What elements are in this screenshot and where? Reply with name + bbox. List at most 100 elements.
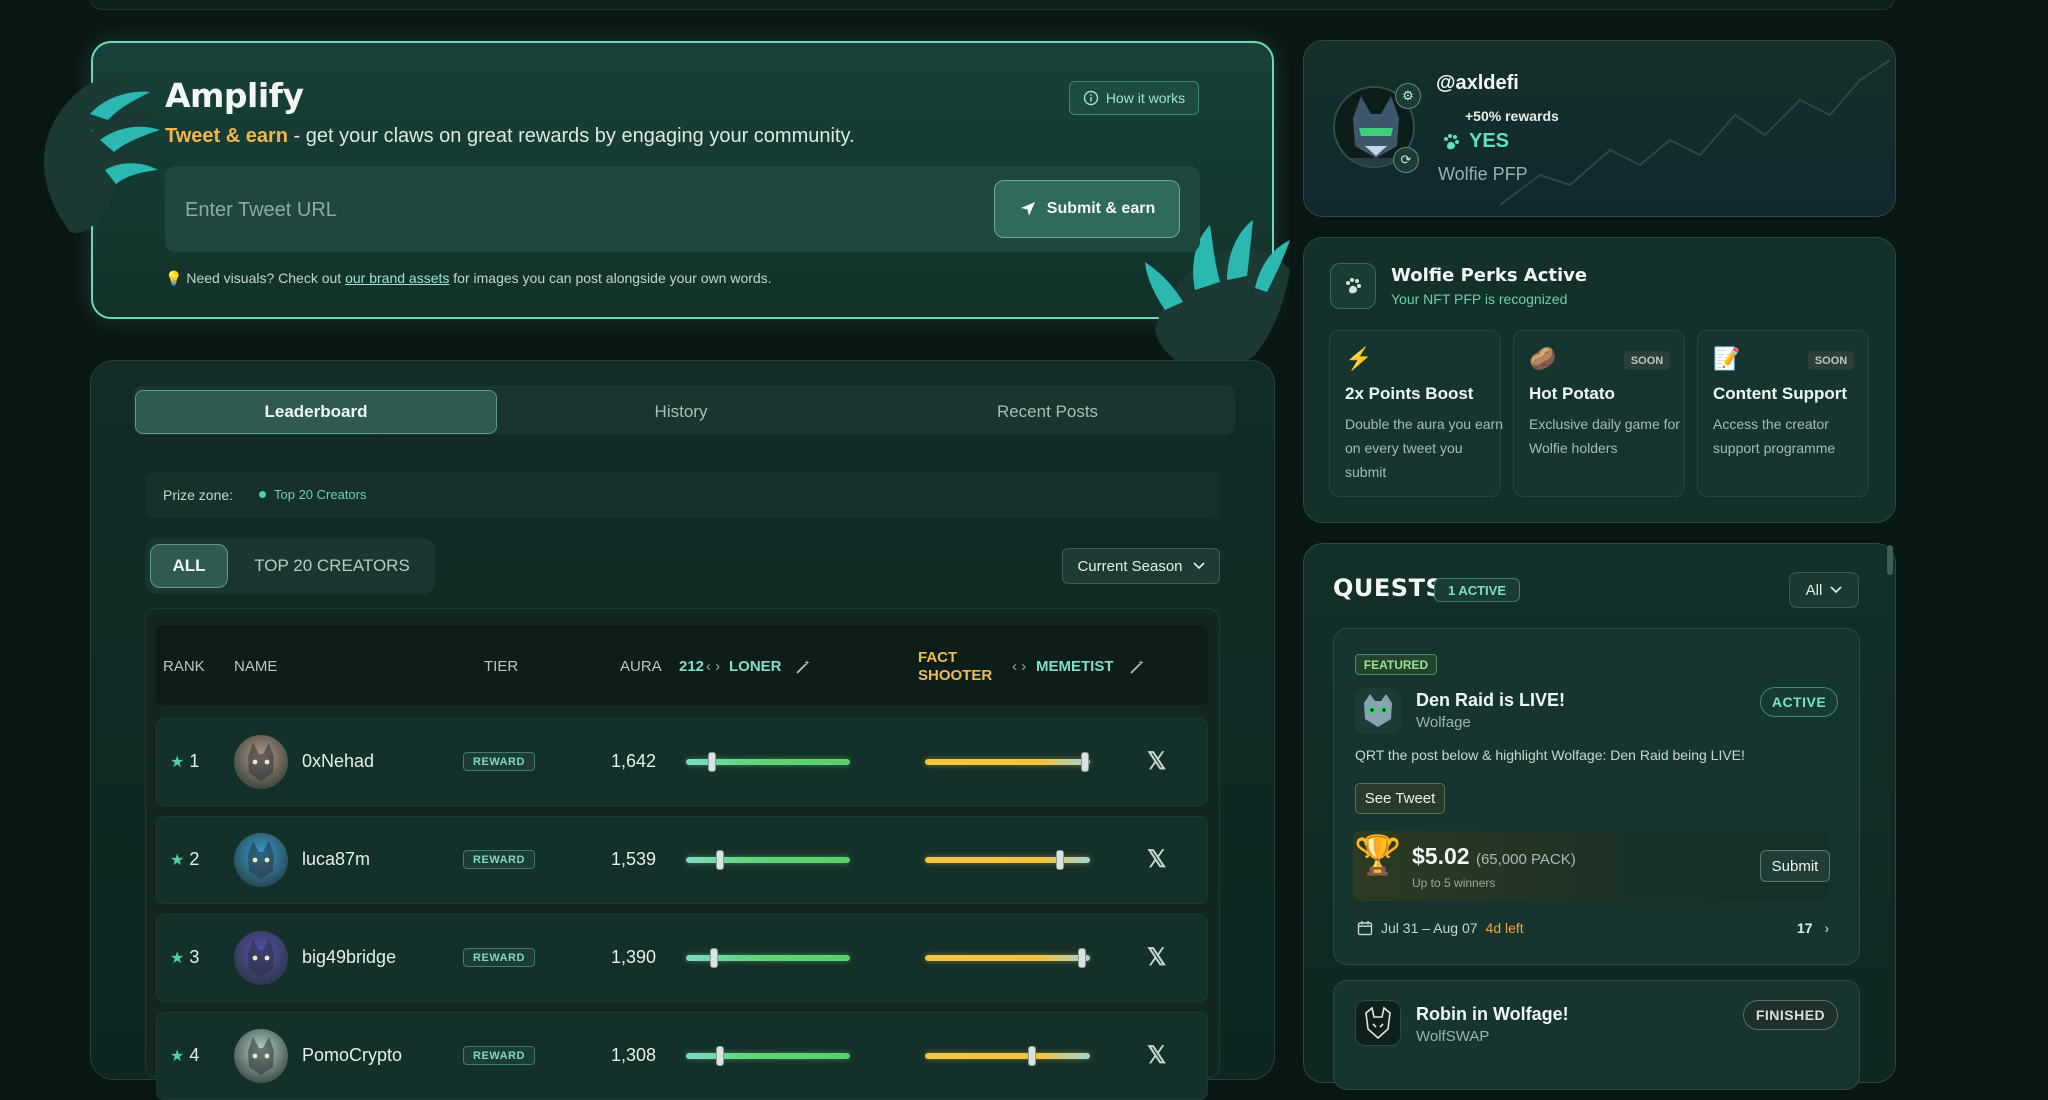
note-suffix: for images you can post alongside your o… xyxy=(449,270,772,286)
amplify-title: Amplify xyxy=(165,76,304,115)
amplify-subtitle: Tweet & earn - get your claws on great r… xyxy=(165,125,855,148)
rank-cell: ★ 4 xyxy=(170,1045,199,1066)
trophy-icon: 🏆 xyxy=(1354,835,1402,877)
how-it-works-label: How it works xyxy=(1105,90,1186,106)
tab-leaderboard[interactable]: Leaderboard xyxy=(135,390,497,434)
quest-date-range: Jul 31 – Aug 07 xyxy=(1381,920,1478,936)
quests-title: QUESTS xyxy=(1333,574,1444,602)
loner-slider-handle[interactable] xyxy=(716,1046,724,1066)
perks-title: Wolfie Perks Active xyxy=(1391,265,1588,286)
fact-slider-handle[interactable] xyxy=(1028,1046,1036,1066)
submit-earn-button[interactable]: Submit & earn xyxy=(994,180,1180,238)
filter-all-button[interactable]: ALL xyxy=(150,544,228,588)
loner-slider-handle[interactable] xyxy=(716,850,724,870)
soon-badge: SOON xyxy=(1808,351,1854,370)
brand-assets-link[interactable]: our brand assets xyxy=(345,270,449,286)
fact-bar xyxy=(925,1053,1090,1059)
pfp-status: YES xyxy=(1441,130,1509,153)
prize-zone-value: Top 20 Creators xyxy=(274,487,367,502)
star-icon: ★ xyxy=(170,754,185,771)
header-name: NAME xyxy=(234,658,278,675)
avatar xyxy=(234,931,288,985)
season-label: Current Season xyxy=(1077,557,1183,575)
x-logo-icon[interactable]: 𝕏 xyxy=(1147,1041,1166,1070)
quest-card-finished xyxy=(1333,980,1860,1090)
perk-name: Hot Potato xyxy=(1529,384,1615,403)
rank-value: 4 xyxy=(189,1045,200,1065)
chevron-down-icon xyxy=(1830,586,1842,594)
fact-slider-handle[interactable] xyxy=(1081,752,1089,772)
header-rank: RANK xyxy=(163,658,205,675)
magic-wand-icon-2[interactable] xyxy=(1128,658,1146,676)
tab-history[interactable]: History xyxy=(500,390,862,434)
quest-brand: Wolfage xyxy=(1416,714,1471,731)
fact-bar xyxy=(925,955,1090,961)
wolfage-logo-icon xyxy=(1355,688,1401,734)
x-logo-icon[interactable]: 𝕏 xyxy=(1147,747,1166,776)
quest-description: QRT the post below & highlight Wolfage: … xyxy=(1355,747,1745,763)
season-dropdown[interactable]: Current Season xyxy=(1062,548,1220,584)
tier-badge: REWARD xyxy=(463,1046,535,1065)
send-icon xyxy=(1020,202,1035,216)
profile-sparkline xyxy=(1500,59,1891,206)
fact-bar xyxy=(925,857,1090,863)
rank-value: 2 xyxy=(189,849,200,869)
header-arrows-icon-2[interactable]: ‹ › xyxy=(1012,658,1026,675)
aura-value: 1,642 xyxy=(610,751,656,771)
filter-top20-button[interactable]: TOP 20 CREATORS xyxy=(244,544,420,588)
wolf-avatar-icon xyxy=(248,841,274,879)
paw-icon xyxy=(1444,133,1459,149)
see-tweet-button[interactable]: See Tweet xyxy=(1355,783,1445,814)
perk-desc: Exclusive daily game for Wolfie holders xyxy=(1529,416,1680,456)
perk-name: Content Support xyxy=(1713,384,1848,403)
brand-assets-note: 💡 Need visuals? Check out our brand asse… xyxy=(165,270,772,287)
active-count-badge: 1 ACTIVE xyxy=(1434,578,1520,602)
quest-status-finished: FINISHED xyxy=(1743,1000,1838,1030)
tier-badge: REWARD xyxy=(463,850,535,869)
header-tier: TIER xyxy=(484,658,519,675)
amplify-subtitle-highlight: Tweet & earn xyxy=(165,125,288,147)
quest-submit-button[interactable]: Submit xyxy=(1760,850,1830,882)
quest-pack: (65,000 PACK) xyxy=(1475,851,1576,868)
x-logo-icon[interactable]: 𝕏 xyxy=(1147,943,1166,972)
quest-filter-dropdown[interactable]: All xyxy=(1789,572,1859,608)
paw-badge-icon xyxy=(1330,263,1376,309)
tweet-url-input[interactable] xyxy=(183,190,963,230)
header-arrows-icon[interactable]: ‹ › xyxy=(706,658,720,675)
profile-handle: @axldefi xyxy=(1436,72,1519,94)
wolfswap-logo-icon xyxy=(1355,1000,1401,1046)
loner-bar xyxy=(686,1053,850,1059)
amplify-subtitle-text: - get your claws on great rewards by eng… xyxy=(288,125,855,147)
tab-recent-posts[interactable]: Recent Posts xyxy=(865,390,1230,434)
quest-participants[interactable]: 17 › xyxy=(1797,920,1829,936)
loner-slider-handle[interactable] xyxy=(710,948,718,968)
how-it-works-button[interactable]: How it works xyxy=(1069,81,1199,115)
potato-icon: 🥔 xyxy=(1529,346,1557,371)
rank-cell: ★ 3 xyxy=(170,947,199,968)
user-name[interactable]: big49bridge xyxy=(302,947,396,968)
top-strip xyxy=(90,0,1895,10)
rank-value: 3 xyxy=(189,947,200,967)
user-name[interactable]: 0xNehad xyxy=(302,751,374,772)
soon-badge: SOON xyxy=(1624,351,1670,370)
loner-slider-handle[interactable] xyxy=(708,752,716,772)
rank-value: 1 xyxy=(189,751,200,771)
quest-dates: Jul 31 – Aug 07 4d left xyxy=(1357,920,1524,936)
refresh-icon[interactable]: ⟳ xyxy=(1393,147,1419,173)
user-name[interactable]: luca87m xyxy=(302,849,370,870)
fact-slider-handle[interactable] xyxy=(1078,948,1086,968)
loner-bar xyxy=(686,857,850,863)
user-name[interactable]: PomoCrypto xyxy=(302,1045,402,1066)
quest-name: Den Raid is LIVE! xyxy=(1416,690,1566,710)
pfp-status-label: YES xyxy=(1469,130,1510,152)
fact-slider-handle[interactable] xyxy=(1056,850,1064,870)
tier-badge: REWARD xyxy=(463,948,535,967)
x-logo-icon[interactable]: 𝕏 xyxy=(1147,845,1166,874)
perk-desc: Double the aura you earn on every tweet … xyxy=(1345,416,1503,480)
avatar xyxy=(234,833,288,887)
scrollbar-thumb[interactable] xyxy=(1887,545,1893,575)
magic-wand-icon[interactable] xyxy=(794,658,812,676)
star-icon: ★ xyxy=(170,852,185,869)
header-aura-count: 212 xyxy=(679,658,705,675)
gear-icon[interactable]: ⚙ xyxy=(1395,83,1421,109)
